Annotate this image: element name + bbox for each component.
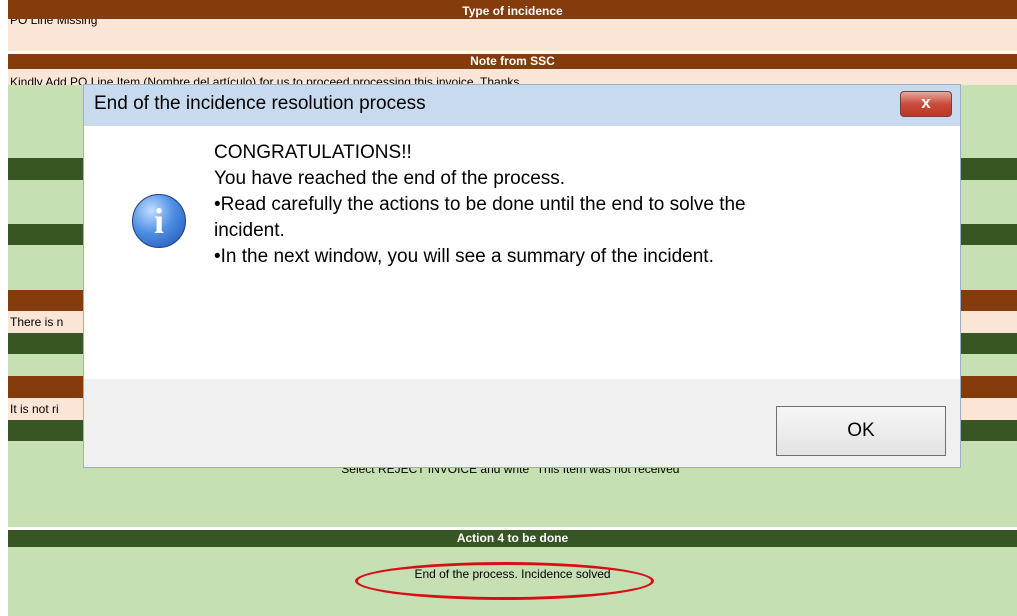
close-icon: x — [921, 93, 931, 112]
message-dialog: End of the incidence resolution process … — [84, 85, 960, 467]
message-line: •In the next window, you will see a summ… — [214, 246, 714, 267]
action-4-header: Action 4 to be done — [8, 530, 1017, 547]
message-line: •Read carefully the actions to be done u… — [214, 194, 746, 215]
info-icon: i — [132, 194, 186, 248]
highlight-oval — [355, 562, 654, 600]
type-of-incidence-header: Type of incidence — [8, 4, 1017, 19]
message-line: You have reached the end of the process. — [214, 168, 566, 189]
message-line: CONGRATULATIONS!! — [214, 142, 412, 163]
note-from-ssc-value[interactable]: Kindly Add PO Line Item (Nombre del artí… — [8, 69, 1017, 85]
type-of-incidence-value[interactable]: PO Line Missing — [8, 19, 1017, 51]
type-value-text: PO Line Missing — [10, 19, 98, 27]
close-button[interactable]: x — [900, 91, 952, 117]
dialog-titlebar[interactable]: End of the incidence resolution process … — [84, 85, 960, 125]
dialog-message: CONGRATULATIONS!! You have reached the e… — [214, 140, 746, 270]
info-row-2-text: It is not ri — [10, 402, 59, 416]
note-from-ssc-header: Note from SSC — [8, 54, 1017, 69]
dialog-title: End of the incidence resolution process — [94, 93, 426, 114]
message-line: incident. — [214, 220, 285, 241]
info-row-1-text: There is n — [10, 315, 64, 329]
note-value-text: Kindly Add PO Line Item (Nombre del artí… — [10, 75, 520, 85]
ok-button[interactable]: OK — [776, 406, 946, 456]
